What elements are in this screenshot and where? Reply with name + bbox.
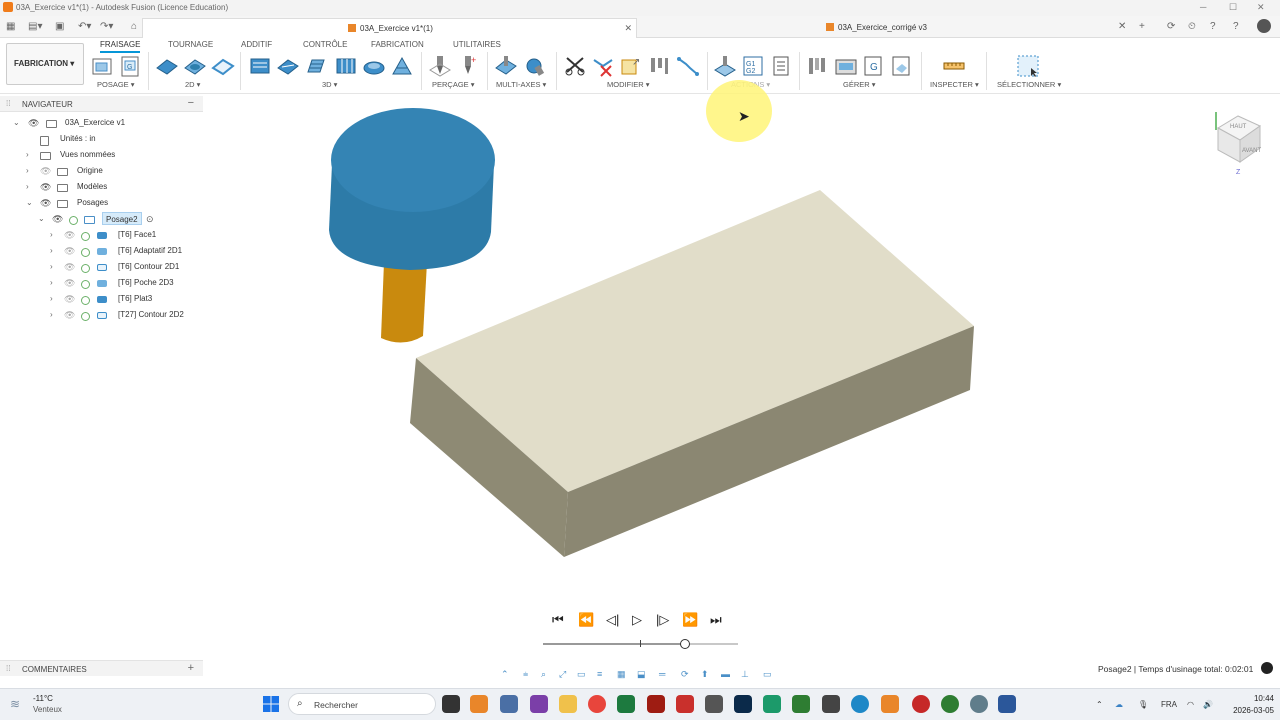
onenote-icon[interactable] — [530, 695, 548, 713]
fusion-taskbar-icon[interactable] — [881, 695, 899, 713]
app-icon[interactable] — [705, 695, 723, 713]
pan-icon[interactable]: ⩧ — [523, 669, 528, 680]
word-icon[interactable] — [998, 695, 1016, 713]
camera-icon[interactable]: ▭ — [763, 669, 772, 680]
illustrator-icon[interactable] — [647, 695, 665, 713]
onedrive-icon[interactable]: ☁ — [1115, 700, 1123, 709]
wifi-icon[interactable]: ◠ — [1187, 700, 1194, 709]
fit-icon[interactable]: ⤢ — [559, 669, 566, 680]
tool-holder-top — [331, 108, 495, 212]
skip-to-start-icon[interactable]: ⏮ — [552, 612, 564, 628]
volume-icon[interactable]: 🔊 — [1203, 700, 1213, 709]
chrome-icon[interactable] — [588, 695, 606, 713]
app-icon[interactable] — [763, 695, 781, 713]
viewport-navbar: ⌃ ⩧ ⌕ ⤢ ▭ ≡ ▦ ⬓ ═ ⟳ ⬆ ▬ ⊥ ▭ — [497, 667, 783, 683]
timeline-marker — [640, 640, 641, 647]
tool-display-icon[interactable]: ⊥ — [741, 669, 749, 680]
step-forward-icon[interactable]: |▷ — [656, 612, 669, 628]
clock-date[interactable]: 2026-03-05 — [1228, 706, 1274, 715]
app-icon[interactable] — [912, 695, 930, 713]
collapse-icon[interactable]: ⬆ — [701, 669, 709, 680]
excel-icon[interactable] — [617, 695, 635, 713]
next-operation-icon[interactable]: ⏩ — [682, 612, 698, 628]
file-explorer-icon[interactable] — [559, 695, 577, 713]
viewcube[interactable]: HAUT AVANT Z — [1210, 106, 1266, 176]
clock-time[interactable]: 10:44 — [1246, 694, 1274, 703]
refresh-icon[interactable]: ⟳ — [681, 669, 689, 680]
taskbar-search[interactable]: ⌕ Rechercher — [288, 693, 436, 715]
weather-wind-icon[interactable]: ≋ — [10, 697, 20, 711]
search-placeholder: Rechercher — [314, 700, 358, 710]
weather-temperature[interactable]: -11°C — [33, 694, 53, 703]
fusion-taskbar-icon[interactable] — [470, 695, 488, 713]
status-info-icon[interactable] — [1261, 662, 1273, 674]
zoom-icon[interactable]: ⌕ — [541, 669, 546, 680]
search-icon: ⌕ — [297, 698, 303, 709]
edge-icon[interactable] — [851, 695, 869, 713]
viewcube-top-label: HAUT — [1230, 124, 1247, 130]
simulation-player: ⏮ ⏪ ◁| ▷ |▷ ⏩ ⏭ — [548, 612, 738, 632]
windows-taskbar — [0, 688, 1280, 720]
microphone-icon[interactable]: 🎙 — [1138, 700, 1148, 709]
mouse-cursor-icon: ➤ — [738, 108, 750, 124]
section-icon[interactable]: ⬓ — [637, 669, 646, 680]
display-settings-icon[interactable]: ▭ — [577, 669, 586, 680]
orbit-icon[interactable]: ⌃ — [501, 669, 509, 680]
windows-start-icon[interactable] — [263, 696, 279, 712]
stock-display-icon[interactable]: ▬ — [721, 669, 730, 679]
photoshop-icon[interactable] — [734, 695, 752, 713]
timeline-progress — [543, 643, 686, 645]
task-view-icon[interactable] — [442, 695, 460, 713]
status-text: Posage2 | Temps d'usinage total: 0:02:01 — [1098, 664, 1254, 674]
previous-operation-icon[interactable]: ⏪ — [578, 612, 594, 628]
settings-icon[interactable] — [970, 695, 988, 713]
chevron-up-icon[interactable]: ⌃ — [1096, 700, 1103, 709]
step-back-icon[interactable]: ◁| — [606, 612, 619, 628]
language-indicator[interactable]: FRA — [1161, 700, 1177, 709]
weather-description[interactable]: Venteux — [33, 705, 62, 714]
app-icon[interactable] — [792, 695, 810, 713]
viewcube-front-label: AVANT — [1242, 148, 1261, 154]
grid-icon[interactable]: ▦ — [617, 669, 626, 680]
tool-shank — [381, 262, 427, 343]
stock-icon[interactable]: ≡ — [597, 669, 602, 679]
calculator-icon[interactable] — [500, 695, 518, 713]
viewcube-axis-label: Z — [1236, 169, 1241, 176]
toolpath-display-icon[interactable]: ═ — [659, 669, 665, 679]
chrome-icon[interactable] — [941, 695, 959, 713]
app-icon[interactable] — [822, 695, 840, 713]
skip-to-end-icon[interactable]: ⏭ — [710, 612, 722, 628]
acrobat-icon[interactable] — [676, 695, 694, 713]
play-icon[interactable]: ▷ — [632, 612, 642, 628]
